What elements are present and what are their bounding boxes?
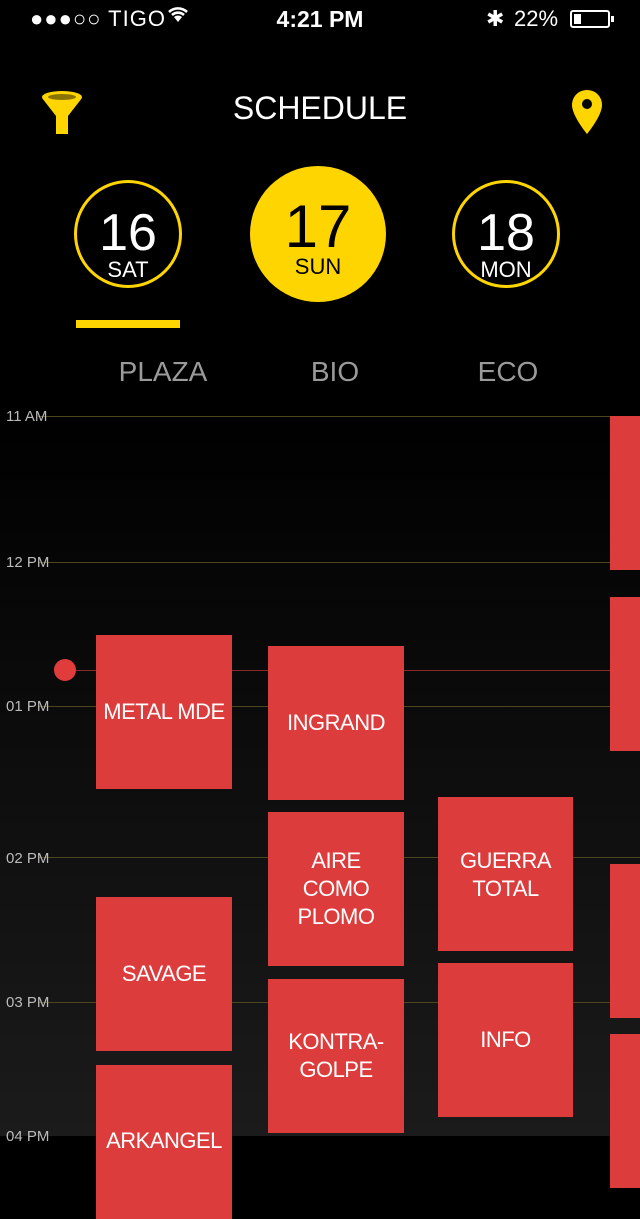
event-block[interactable]: AIRE COMO PLOMO xyxy=(268,812,404,966)
event-block-offscreen[interactable] xyxy=(610,416,640,570)
selected-tab-indicator xyxy=(76,320,180,328)
header: SCHEDULE xyxy=(0,80,640,140)
hour-label: 02 PM xyxy=(6,850,50,867)
event-block[interactable]: INGRAND xyxy=(268,646,404,800)
battery-percent: 22% xyxy=(514,6,559,31)
event-block[interactable]: KONTRA- GOLPE xyxy=(268,979,404,1133)
hour-label: 04 PM xyxy=(6,1128,50,1145)
day-selector-17[interactable]: 17 SUN xyxy=(250,166,386,302)
battery-icon xyxy=(570,10,614,28)
event-block[interactable]: METAL MDE xyxy=(96,635,232,789)
current-time-marker xyxy=(54,659,76,681)
stage-tab-plaza[interactable]: PLAZA xyxy=(83,356,243,388)
event-block[interactable]: INFO xyxy=(438,963,573,1117)
bluetooth-icon: ✱ xyxy=(486,6,505,31)
event-block[interactable]: GUERRA TOTAL xyxy=(438,797,573,951)
event-block[interactable]: SAVAGE xyxy=(96,897,232,1051)
event-block-offscreen[interactable] xyxy=(610,597,640,751)
event-block-offscreen[interactable] xyxy=(610,1034,640,1188)
schedule-timeline[interactable]: 11 AM 12 PM 01 PM 02 PM 03 PM 04 PM META… xyxy=(0,408,640,1219)
day-number: 16 xyxy=(99,204,157,262)
day-of-week: MON xyxy=(480,257,532,282)
day-number: 17 xyxy=(284,193,352,260)
stage-tab-eco[interactable]: ECO xyxy=(428,356,588,388)
day-selector-18[interactable]: 18 MON xyxy=(452,180,560,288)
hour-gridline xyxy=(38,416,640,417)
event-block[interactable]: ARKANGEL xyxy=(96,1065,232,1219)
day-selector-16[interactable]: 16 SAT xyxy=(74,180,182,288)
stage-tab-bio[interactable]: BIO xyxy=(255,356,415,388)
day-number: 18 xyxy=(477,204,535,262)
map-pin-icon[interactable] xyxy=(570,88,604,136)
day-of-week: SUN xyxy=(294,254,342,279)
event-block-offscreen[interactable] xyxy=(610,864,640,1018)
hour-label: 01 PM xyxy=(6,698,50,715)
day-of-week: SAT xyxy=(107,257,149,282)
status-bar: ●●●○○ TIGO 4:21 PM ✱ 22% xyxy=(0,0,640,40)
hour-label: 11 AM xyxy=(6,408,48,425)
hour-label: 12 PM xyxy=(6,554,50,571)
hour-gridline xyxy=(38,562,640,563)
hour-label: 03 PM xyxy=(6,994,50,1011)
page-title: SCHEDULE xyxy=(232,90,408,126)
